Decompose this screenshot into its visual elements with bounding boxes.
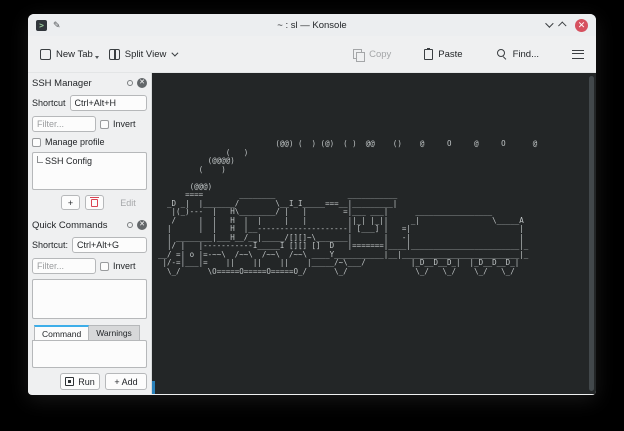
paste-label: Paste	[438, 49, 462, 60]
find-label: Find...	[513, 49, 539, 60]
qc-invert-checkbox[interactable]	[100, 262, 109, 271]
maximize-button[interactable]	[558, 21, 566, 29]
copy-button[interactable]: Copy	[353, 49, 391, 60]
ssh-filter-input[interactable]	[32, 116, 96, 132]
ssh-manager-header[interactable]: SSH Manager ✕	[30, 76, 149, 90]
manage-profile-checkbox[interactable]	[32, 138, 41, 147]
terminal-scroll-indicator	[152, 381, 155, 394]
copy-label: Copy	[369, 49, 391, 60]
tab-command[interactable]: Command	[34, 325, 89, 340]
new-tab-icon	[40, 49, 51, 60]
ssh-manager-title: SSH Manager	[32, 78, 92, 89]
pin-icon: ✎	[53, 20, 61, 31]
ssh-delete-button[interactable]	[85, 195, 104, 210]
tree-item-ssh-config[interactable]: SSH Config	[37, 156, 142, 166]
quick-commands-header[interactable]: Quick Commands ✕	[30, 218, 149, 232]
manage-profile-label: Manage profile	[45, 137, 105, 147]
new-tab-label: New Tab	[56, 49, 93, 60]
ssh-config-tree[interactable]: SSH Config	[32, 152, 147, 190]
window-title: ~ : sl — Konsole	[28, 20, 596, 31]
konsole-app-icon[interactable]: >	[36, 20, 47, 31]
find-button[interactable]: Find...	[496, 48, 539, 60]
titlebar[interactable]: > ✎ ~ : sl — Konsole ✕	[28, 14, 596, 36]
konsole-window: > ✎ ~ : sl — Konsole ✕ New Tab Split Vie…	[28, 14, 596, 395]
qc-shortcut-input[interactable]	[72, 237, 147, 253]
new-tab-button[interactable]: New Tab	[40, 49, 93, 60]
new-tab-dropdown-caret[interactable]	[95, 56, 99, 59]
tab-warnings[interactable]: Warnings	[89, 325, 140, 340]
close-panel-icon[interactable]: ✕	[137, 78, 147, 88]
quick-commands-title: Quick Commands	[32, 220, 108, 231]
split-view-button[interactable]: Split View	[109, 49, 177, 60]
tree-branch-icon	[37, 156, 43, 163]
terminal-scrollbar[interactable]	[589, 76, 594, 391]
tree-item-label: SSH Config	[45, 156, 92, 166]
detach-panel-icon[interactable]	[127, 222, 133, 228]
qc-filter-input[interactable]	[32, 258, 96, 274]
close-button[interactable]: ✕	[575, 19, 588, 32]
sidebar: SSH Manager ✕ Shortcut Invert Manage pro…	[28, 73, 152, 394]
minimize-button[interactable]	[545, 19, 553, 27]
qc-command-list[interactable]	[32, 279, 147, 319]
detach-panel-icon[interactable]	[127, 80, 133, 86]
qc-add-button[interactable]: + Add	[105, 373, 147, 390]
copy-icon	[353, 49, 364, 60]
qc-command-editor[interactable]	[32, 340, 147, 368]
qc-shortcut-label: Shortcut:	[32, 240, 68, 250]
ssh-shortcut-label: Shortcut	[32, 98, 66, 108]
sl-train-ascii-art: (@@) ( ) (@) ( ) @@ () @ O @ O @ ( ) (@@…	[158, 140, 537, 276]
search-icon	[496, 48, 508, 60]
hamburger-icon	[572, 50, 584, 59]
toolbar: New Tab Split View Copy Paste Find...	[28, 36, 596, 73]
run-icon	[65, 377, 74, 386]
ssh-shortcut-input[interactable]	[70, 95, 147, 111]
ssh-invert-label: Invert	[113, 119, 136, 129]
close-panel-icon[interactable]: ✕	[137, 220, 147, 230]
run-label: Run	[78, 377, 95, 387]
paste-icon	[424, 49, 433, 60]
ssh-invert-checkbox[interactable]	[100, 120, 109, 129]
qc-invert-label: Invert	[113, 261, 136, 271]
split-view-label: Split View	[125, 49, 167, 60]
split-view-icon	[109, 49, 120, 60]
paste-button[interactable]: Paste	[424, 49, 462, 60]
terminal-display[interactable]: (@@) ( ) (@) ( ) @@ () @ O @ O @ ( ) (@@…	[152, 73, 596, 394]
qc-run-button[interactable]: Run	[60, 373, 100, 390]
ssh-edit-button[interactable]: Edit	[109, 195, 147, 210]
chevron-down-icon[interactable]	[172, 49, 179, 56]
ssh-add-button[interactable]: +	[61, 195, 80, 210]
hamburger-menu-button[interactable]	[572, 50, 584, 59]
trash-icon	[91, 199, 98, 207]
